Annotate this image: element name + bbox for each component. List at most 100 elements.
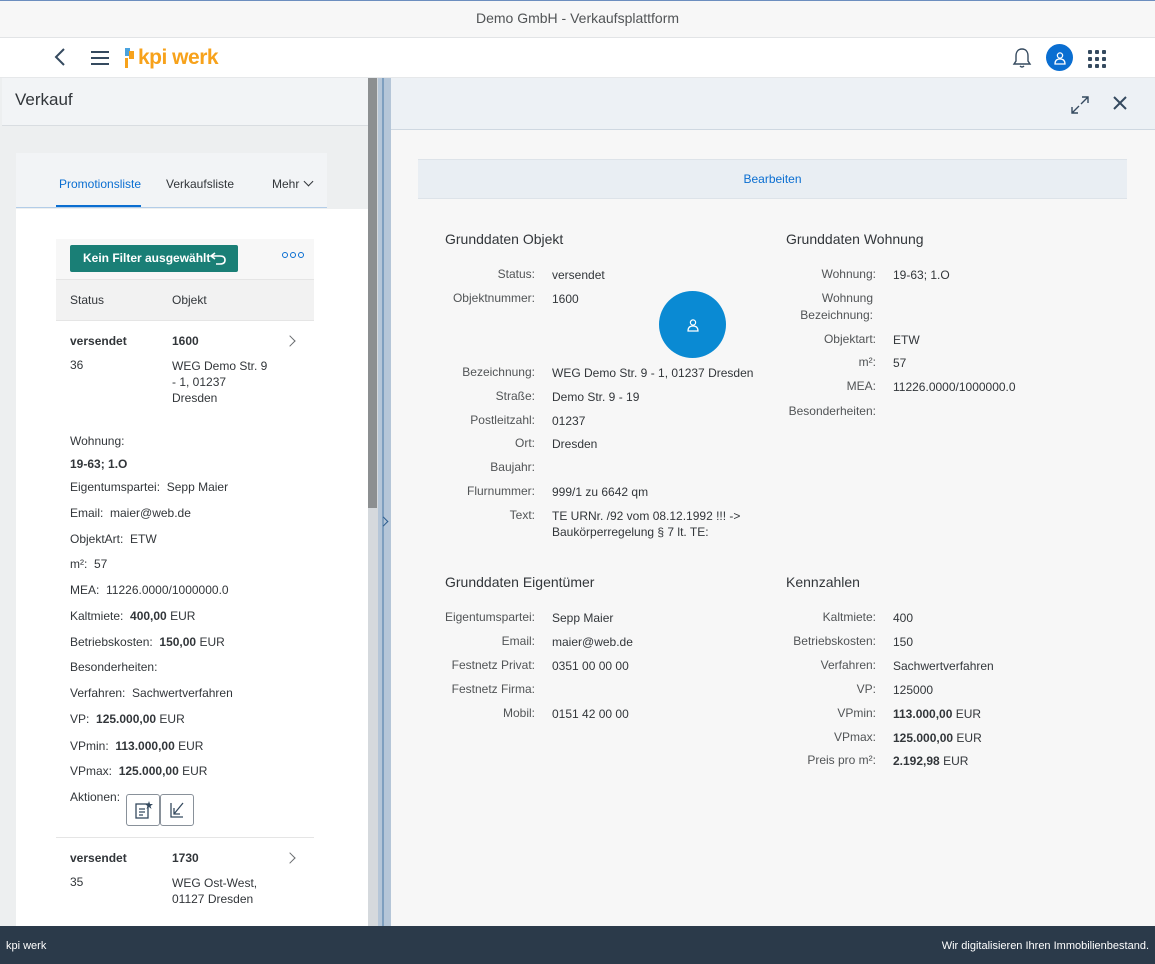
import-icon bbox=[170, 802, 184, 818]
item-wohnung: 19-63; 1.O bbox=[70, 457, 128, 471]
user-icon bbox=[1053, 51, 1066, 65]
item-address: WEG Demo Str. 9 - 1, 01237 Dresden bbox=[172, 359, 268, 405]
value-number: 2.192,98 bbox=[893, 754, 940, 768]
item-vp: VP: 125.000,00 EUR bbox=[70, 712, 185, 726]
field-value: Demo Str. 9 - 19 bbox=[552, 390, 640, 404]
field-value: 400 bbox=[893, 611, 914, 625]
footer-brand: kpi werk bbox=[6, 940, 47, 952]
list-item[interactable]: versendet 1600 36 WEG Demo Str. 9 - 1, 0… bbox=[56, 321, 314, 837]
field-label: Baujahr: bbox=[490, 460, 535, 474]
field-value: TE URNr. /92 vom 08.12.1992 !!! -> Baukö… bbox=[552, 509, 741, 539]
field-label: Objektnummer: bbox=[452, 291, 535, 305]
edit-button[interactable]: Bearbeiten bbox=[743, 172, 801, 186]
item-number: 35 bbox=[70, 875, 84, 889]
tab-verkaufsliste[interactable]: Verkaufsliste bbox=[166, 177, 234, 191]
logo-mark-icon bbox=[125, 48, 134, 68]
field-value: Sepp Maier bbox=[552, 611, 614, 625]
tab-bar: Promotionsliste Verkaufsliste Mehr bbox=[16, 153, 327, 208]
field-value: 2.192,98 EUR bbox=[893, 753, 968, 769]
master-title: Verkauf bbox=[15, 90, 73, 109]
item-m2: m²: 57 bbox=[70, 557, 107, 571]
column-objekt: Objekt bbox=[172, 293, 207, 307]
item-vp-value: 125.000,00 bbox=[96, 712, 157, 726]
list-item[interactable]: versendet 1730 35 WEG Ost-West, 01127 Dr… bbox=[56, 837, 314, 926]
field-value: WEG Demo Str. 9 - 1, 01237 Dresden bbox=[552, 366, 754, 380]
detail-pane: Bearbeiten Grunddaten Objekt Status: ver… bbox=[391, 78, 1155, 926]
item-vpmin-unit: EUR bbox=[178, 739, 204, 753]
field-label: Festnetz Firma: bbox=[451, 682, 535, 696]
item-betrieb-value: 150,00 bbox=[159, 635, 197, 649]
user-avatar[interactable] bbox=[1046, 44, 1073, 71]
tab-mehr[interactable]: Mehr bbox=[272, 176, 314, 191]
close-icon[interactable] bbox=[1112, 95, 1128, 111]
filter-button[interactable]: Kein Filter ausgewählt bbox=[70, 245, 238, 272]
value-unit: EUR bbox=[956, 731, 982, 745]
splitter-handle[interactable] bbox=[382, 78, 384, 926]
section-title-objekt: Grunddaten Objekt bbox=[445, 231, 564, 247]
field-label: Bezeichnung: bbox=[462, 365, 535, 379]
item-kaltmiete-label: Kaltmiete: bbox=[70, 609, 124, 623]
overflow-menu-icon[interactable] bbox=[282, 252, 304, 262]
section-title-kennzahlen: Kennzahlen bbox=[786, 574, 860, 590]
field-label: VP: bbox=[856, 682, 876, 696]
item-eigentum: Eigentumspartei: Sepp Maier bbox=[70, 480, 228, 494]
pane-splitter[interactable] bbox=[378, 78, 391, 926]
window-titlebar: Demo GmbH - Verkaufsplattform bbox=[0, 0, 1155, 38]
notification-bell-icon[interactable] bbox=[1012, 47, 1032, 69]
item-mea-value: 11226.0000/1000000.0 bbox=[106, 583, 229, 597]
app-launcher-icon[interactable] bbox=[1088, 50, 1106, 68]
field-label: Besonderheiten: bbox=[788, 404, 876, 418]
list-column-header: Status Objekt bbox=[56, 279, 314, 321]
chevron-right-icon[interactable] bbox=[284, 852, 296, 864]
promotion-list: Kein Filter ausgewählt Status Objekt ver… bbox=[56, 239, 314, 926]
item-vpmax: VPmax: 125.000,00 EUR bbox=[70, 764, 207, 778]
field-label: Preis pro m²: bbox=[807, 753, 876, 767]
tab-promotionsliste[interactable]: Promotionsliste bbox=[59, 177, 141, 191]
master-header: Verkauf bbox=[2, 78, 368, 126]
list-toolbar: Kein Filter ausgewählt bbox=[56, 239, 314, 279]
field-label: Flurnummer: bbox=[466, 484, 535, 498]
object-avatar bbox=[659, 291, 726, 358]
field-value: 999/1 zu 6642 qm bbox=[552, 485, 649, 499]
field-value: 0151 42 00 00 bbox=[552, 707, 629, 721]
item-vpmax-unit: EUR bbox=[182, 764, 208, 778]
item-vpmin-value: 113.000,00 bbox=[115, 739, 175, 753]
field-label: Festnetz Privat: bbox=[451, 658, 535, 672]
company-logo[interactable]: kpi werk bbox=[122, 43, 219, 73]
item-mea: MEA: 11226.0000/1000000.0 bbox=[70, 583, 229, 597]
field-label: Postleitzahl: bbox=[470, 413, 535, 427]
scrollbar-thumb[interactable] bbox=[368, 78, 377, 508]
value-unit: EUR bbox=[955, 707, 982, 721]
field-value: 113.000,00 EUR bbox=[893, 706, 981, 722]
hamburger-menu-icon[interactable] bbox=[89, 47, 111, 69]
logo-text: kpi werk bbox=[138, 46, 219, 69]
back-icon[interactable] bbox=[50, 46, 72, 68]
item-objekt: 1730 bbox=[172, 851, 199, 865]
chevron-right-icon[interactable] bbox=[284, 335, 296, 347]
field-value: 19-63; 1.O bbox=[893, 268, 950, 282]
create-task-button[interactable] bbox=[126, 794, 160, 826]
value-number: 113.000,00 bbox=[893, 707, 953, 721]
field-label: VPmax: bbox=[833, 730, 876, 744]
field-label: Ort: bbox=[515, 436, 535, 450]
item-objektart-label: ObjektArt: bbox=[70, 532, 124, 546]
field-label: Mobil: bbox=[502, 706, 535, 720]
field-label: VPmin: bbox=[837, 706, 876, 720]
window-title: Demo GmbH - Verkaufsplattform bbox=[475, 10, 680, 26]
field-value: 57 bbox=[893, 356, 907, 370]
item-verfahren-label: Verfahren: bbox=[70, 686, 126, 700]
detail-header bbox=[391, 78, 1155, 130]
chevron-right-icon[interactable] bbox=[378, 516, 389, 527]
field-value: versendet bbox=[552, 268, 605, 282]
section-title-eigentuemer: Grunddaten Eigentümer bbox=[445, 574, 595, 590]
accept-button[interactable] bbox=[160, 794, 194, 826]
field-label: m²: bbox=[858, 355, 876, 369]
item-wohnung-value: 19-63; 1.O bbox=[70, 457, 127, 471]
field-label: Status: bbox=[497, 267, 535, 281]
column-status: Status bbox=[70, 293, 105, 307]
fullscreen-icon[interactable] bbox=[1070, 95, 1090, 115]
item-kaltmiete-unit: EUR bbox=[170, 609, 196, 623]
field-label: Straße: bbox=[495, 389, 535, 403]
field-value: 0351 00 00 00 bbox=[552, 659, 629, 673]
item-m2-label: m²: bbox=[70, 557, 88, 571]
